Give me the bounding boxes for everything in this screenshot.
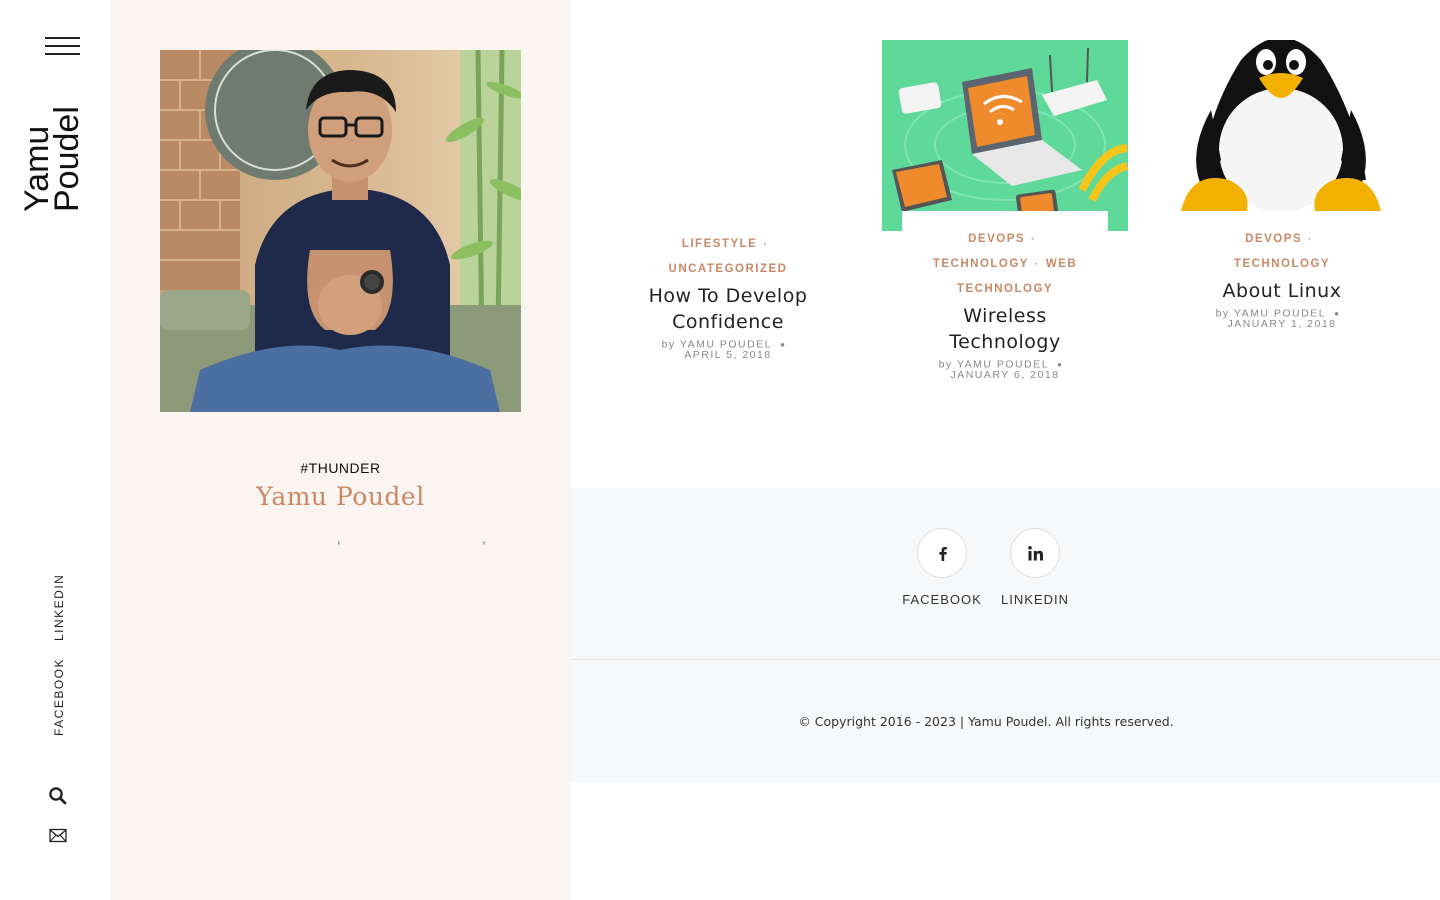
post-title-line: Confidence: [672, 311, 784, 333]
post-date[interactable]: APRIL 5, 2018: [684, 349, 771, 361]
author-photo: [160, 50, 521, 412]
sidebar-linkedin-label: LINKEDIN: [52, 573, 66, 641]
post-date[interactable]: JANUARY 6, 2018: [950, 369, 1059, 381]
search-icon[interactable]: [48, 786, 68, 806]
category-link[interactable]: DEVOPS: [968, 233, 1025, 245]
menu-icon[interactable]: [45, 37, 80, 55]
post-thumbnail-wireless[interactable]: [882, 40, 1128, 231]
author-tagline: #THUNDER: [300, 460, 381, 476]
category-link[interactable]: TECHNOLOGY: [933, 258, 1029, 270]
post-title[interactable]: How To Develop Confidence: [639, 283, 817, 335]
author-bio: ,,: [110, 532, 571, 546]
category-link[interactable]: UNCATEGORIZED: [669, 263, 788, 275]
copyright-prefix: © Copyright 2016 - 2023 |: [798, 714, 969, 729]
post-card: DEVOPS · TECHNOLOGY About Linux by YAMU P…: [1194, 227, 1370, 330]
category-link[interactable]: DEVOPS: [1245, 233, 1302, 245]
post-meta: by YAMU POUDEL ● JANUARY 6, 2018: [938, 358, 1064, 382]
post-title-line: How To Develop: [648, 285, 808, 307]
post-meta: by YAMU POUDEL ● APRIL 5, 2018: [661, 338, 787, 362]
category-link[interactable]: TECHNOLOGY: [957, 283, 1053, 295]
post-title[interactable]: Wireless Technology: [917, 303, 1093, 355]
post-title-line: Wireless: [963, 305, 1047, 327]
post-categories: LIFESTYLE · UNCATEGORIZED: [668, 238, 788, 275]
post-categories: DEVOPS · TECHNOLOGY: [1233, 233, 1331, 270]
footer-facebook-label: FACEBOOK: [902, 592, 982, 607]
mail-icon[interactable]: [48, 826, 68, 846]
author-name[interactable]: Yamu Poudel: [110, 482, 571, 511]
post-card: LIFESTYLE · UNCATEGORIZED How To Develop …: [639, 232, 817, 361]
copyright-site-link[interactable]: Yamu Poudel: [968, 714, 1047, 729]
post-meta: by YAMU POUDEL ● JANUARY 1, 2018: [1215, 307, 1341, 331]
footer-linkedin-label: LINKEDIN: [1001, 592, 1069, 607]
footer-copyright: © Copyright 2016 - 2023 | Yamu Poudel. A…: [571, 661, 1440, 783]
author-panel: #THUNDER Yamu Poudel ,,: [110, 0, 571, 900]
facebook-icon: [917, 528, 967, 578]
bio-separator-2: ,: [482, 532, 486, 546]
sidebar-facebook-label: FACEBOOK: [52, 657, 66, 736]
category-link[interactable]: LIFESTYLE: [682, 238, 757, 250]
post-date[interactable]: JANUARY 1, 2018: [1227, 318, 1336, 330]
post-title[interactable]: About Linux: [1194, 278, 1370, 304]
sidebar: Yamu Poudel LINKEDIN FACEBOOK: [0, 0, 110, 900]
linkedin-icon: [1010, 528, 1060, 578]
posts-grid: LIFESTYLE · UNCATEGORIZED How To Develop …: [571, 0, 1440, 488]
post-title-line: Technology: [949, 331, 1061, 353]
site-logo[interactable]: Yamu Poudel: [18, 102, 88, 212]
footer-social: FACEBOOK LINKEDIN: [571, 488, 1440, 660]
post-categories: DEVOPS · TECHNOLOGY · WEB TECHNOLOGY: [932, 233, 1078, 295]
footer-facebook-link[interactable]: FACEBOOK: [902, 528, 982, 607]
logo-line-2: Poudel: [48, 106, 86, 212]
post-thumbnail-linux[interactable]: [1181, 40, 1381, 211]
post-card: DEVOPS · TECHNOLOGY · WEB TECHNOLOGY Wirele…: [917, 227, 1093, 381]
footer-linkedin-link[interactable]: LINKEDIN: [995, 528, 1075, 607]
post-by: by: [661, 338, 676, 351]
copyright-text: © Copyright 2016 - 2023 | Yamu Poudel. A…: [571, 714, 1401, 729]
category-link[interactable]: WEB: [1046, 258, 1077, 270]
copyright-suffix: . All rights reserved.: [1047, 714, 1174, 729]
category-link[interactable]: TECHNOLOGY: [1234, 258, 1330, 270]
bio-separator-1: ,: [337, 532, 341, 546]
